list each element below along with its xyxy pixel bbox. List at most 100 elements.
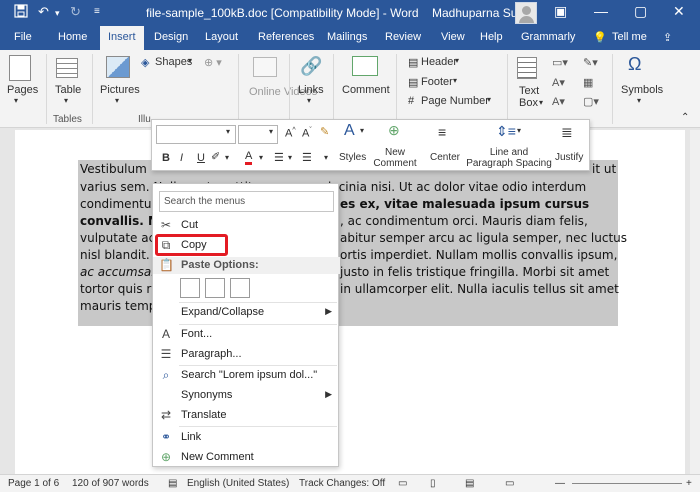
chevron-down-icon[interactable]: ▾ bbox=[453, 76, 457, 85]
language-indicator[interactable]: English (United States) bbox=[187, 478, 289, 489]
shapes-button[interactable]: Shapes bbox=[155, 56, 192, 68]
zoom-out-icon[interactable]: — bbox=[555, 478, 565, 489]
chevron-down-icon[interactable]: ▾ bbox=[226, 127, 230, 136]
zoom-slider[interactable] bbox=[572, 483, 682, 484]
tab-references[interactable]: References bbox=[258, 31, 314, 43]
styles-icon[interactable]: A bbox=[344, 122, 355, 140]
menu-item-link[interactable]: ⚭ Link bbox=[153, 428, 340, 448]
avatar[interactable] bbox=[515, 2, 537, 24]
pages-button[interactable]: Pages bbox=[7, 84, 38, 96]
bold-button[interactable]: B bbox=[162, 152, 170, 164]
grow-font-icon[interactable]: A^ bbox=[285, 127, 296, 140]
menu-item-expand-collapse[interactable]: Expand/Collapse ▶ bbox=[153, 303, 340, 323]
quick-parts-icon[interactable]: ▭▾ bbox=[552, 56, 568, 69]
line-spacing-icon[interactable]: ⇕≡ bbox=[496, 123, 516, 140]
share-icon[interactable]: ⇪ bbox=[663, 31, 672, 44]
underline-button[interactable]: U bbox=[197, 152, 205, 164]
ribbon-options-icon[interactable]: ▣ bbox=[554, 3, 567, 20]
tab-design[interactable]: Design bbox=[154, 31, 188, 43]
chevron-down-icon[interactable]: ▾ bbox=[288, 153, 292, 162]
format-painter-icon[interactable]: ✎ bbox=[320, 125, 329, 138]
page-count[interactable]: Page 1 of 6 bbox=[8, 478, 59, 489]
signature-line-icon[interactable]: ✎▾ bbox=[583, 56, 598, 69]
undo-icon[interactable]: ↶ bbox=[38, 4, 49, 20]
tab-grammarly[interactable]: Grammarly bbox=[521, 31, 575, 43]
redo-icon[interactable]: ↻ bbox=[70, 4, 81, 20]
menu-item-smart-lookup[interactable]: ⌕ Search "Lorem ipsum dol..." bbox=[153, 366, 340, 386]
justify-button[interactable]: Justify bbox=[555, 152, 583, 163]
new-comment-icon[interactable]: ⊕ bbox=[388, 122, 400, 139]
track-changes-status[interactable]: Track Changes: Off bbox=[299, 478, 385, 489]
search-menus-input[interactable]: Search the menus bbox=[159, 191, 334, 212]
paste-keep-formatting-icon[interactable] bbox=[180, 278, 200, 298]
tab-insert[interactable]: Insert bbox=[100, 26, 144, 50]
tab-file[interactable]: File bbox=[14, 31, 32, 43]
bullets-icon[interactable]: ☰ bbox=[274, 151, 284, 164]
highlight-icon[interactable]: ✐ bbox=[211, 150, 220, 163]
tab-mailings[interactable]: Mailings bbox=[327, 31, 367, 43]
chevron-down-icon[interactable]: ▾ bbox=[307, 96, 311, 105]
tab-help[interactable]: Help bbox=[480, 31, 503, 43]
font-name-input[interactable] bbox=[156, 125, 236, 144]
line-spacing-button[interactable]: Line and Paragraph Spacing bbox=[466, 147, 552, 169]
menu-item-new-comment[interactable]: ⊕ New Comment bbox=[153, 448, 340, 468]
footer-button[interactable]: Footer bbox=[421, 76, 453, 88]
menu-item-cut[interactable]: ✂ Cut bbox=[153, 216, 340, 236]
chevron-down-icon[interactable]: ▾ bbox=[64, 96, 68, 105]
collapse-ribbon-icon[interactable]: ⌃ bbox=[681, 112, 689, 123]
smartart-icon[interactable]: ⊕ ▾ bbox=[204, 56, 222, 69]
chevron-down-icon[interactable]: ▾ bbox=[539, 98, 543, 107]
paste-merge-formatting-icon[interactable] bbox=[205, 278, 225, 298]
paste-text-only-icon[interactable] bbox=[230, 278, 250, 298]
chevron-down-icon[interactable]: ▾ bbox=[269, 127, 273, 136]
tab-home[interactable]: Home bbox=[58, 31, 87, 43]
chevron-down-icon[interactable]: ▾ bbox=[225, 153, 229, 162]
drop-cap-icon[interactable]: A▾ bbox=[552, 95, 565, 108]
tell-me-search[interactable]: Tell me bbox=[612, 31, 647, 43]
center-align-icon[interactable]: ≡ bbox=[438, 124, 446, 140]
chevron-down-icon[interactable]: ▾ bbox=[188, 56, 192, 65]
table-button[interactable]: Table bbox=[55, 84, 81, 96]
customize-qa-icon[interactable]: ≡ bbox=[94, 6, 100, 17]
chevron-down-icon[interactable]: ▾ bbox=[455, 56, 459, 65]
comment-button[interactable]: Comment bbox=[342, 84, 390, 96]
web-layout-icon[interactable]: ▭ bbox=[505, 478, 514, 489]
wordart-icon[interactable]: A▾ bbox=[552, 76, 565, 89]
chevron-down-icon[interactable]: ▾ bbox=[115, 96, 119, 105]
pictures-button[interactable]: Pictures bbox=[100, 84, 140, 96]
menu-item-paragraph[interactable]: ☰ Paragraph... bbox=[153, 345, 340, 365]
font-color-icon[interactable]: A bbox=[245, 151, 253, 165]
chevron-down-icon[interactable]: ▾ bbox=[324, 153, 328, 162]
header-button[interactable]: Header bbox=[421, 56, 457, 68]
print-layout-icon[interactable]: ▤ bbox=[465, 478, 474, 489]
save-icon[interactable] bbox=[14, 4, 28, 21]
menu-item-font[interactable]: A Font... bbox=[153, 325, 340, 345]
numbering-icon[interactable]: ☰ bbox=[302, 151, 312, 164]
justify-icon[interactable]: ≣ bbox=[561, 124, 573, 141]
chevron-down-icon[interactable]: ▾ bbox=[637, 96, 641, 105]
text-box-button[interactable]: Text Box bbox=[519, 85, 539, 109]
focus-icon[interactable]: ▭ bbox=[398, 478, 407, 489]
vertical-scrollbar[interactable] bbox=[690, 130, 700, 474]
chevron-down-icon[interactable]: ▾ bbox=[360, 126, 364, 135]
page-number-button[interactable]: Page Number bbox=[421, 95, 489, 107]
close-icon[interactable]: ✕ bbox=[673, 3, 685, 20]
italic-button[interactable]: I bbox=[180, 152, 183, 164]
tab-review[interactable]: Review bbox=[385, 31, 421, 43]
tab-view[interactable]: View bbox=[441, 31, 465, 43]
maximize-icon[interactable]: ▢ bbox=[634, 3, 647, 20]
shrink-font-icon[interactable]: Aˇ bbox=[302, 127, 312, 140]
symbols-button[interactable]: Symbols bbox=[621, 84, 663, 96]
menu-item-synonyms[interactable]: Synonyms ▶ bbox=[153, 386, 340, 406]
minimize-icon[interactable]: — bbox=[594, 3, 608, 19]
chevron-down-icon[interactable]: ▾ bbox=[259, 153, 263, 162]
new-comment-button[interactable]: New Comment bbox=[372, 147, 418, 169]
menu-item-translate[interactable]: ⇄ Translate bbox=[153, 406, 340, 426]
center-button[interactable]: Center bbox=[430, 152, 460, 163]
date-time-icon[interactable]: ▦ bbox=[583, 76, 593, 89]
zoom-in-icon[interactable]: + bbox=[686, 478, 692, 489]
tab-layout[interactable]: Layout bbox=[205, 31, 238, 43]
read-mode-icon[interactable]: ▯ bbox=[430, 478, 436, 489]
chevron-down-icon[interactable]: ▾ bbox=[487, 95, 491, 104]
chevron-down-icon[interactable]: ▾ bbox=[14, 96, 18, 105]
